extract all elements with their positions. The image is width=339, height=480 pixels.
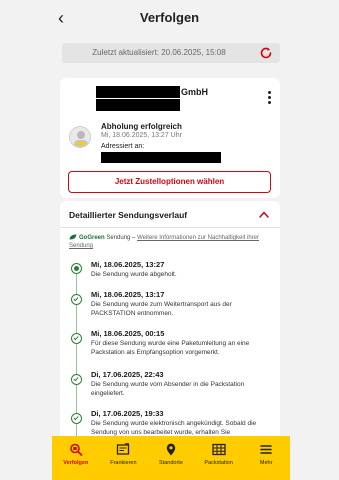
bottom-navigation: Verfolgen Frankieren Standorte Packstati… bbox=[52, 436, 290, 480]
timeline-event: Mi, 18.06.2025, 00:15 Für diese Sendung … bbox=[91, 329, 273, 357]
event-text: Die Sendung wurde zum Weitertransport au… bbox=[91, 301, 232, 317]
timeline-node-check bbox=[71, 374, 82, 385]
redacted-recipient bbox=[101, 152, 221, 163]
last-updated-text: Zuletzt aktualisiert: 20.06.2025, 15:08 bbox=[92, 48, 226, 57]
delivery-options-button[interactable]: Jetzt Zustelloptionen wählen bbox=[68, 171, 271, 193]
gogreen-note: GoGreen Sendung – Weitere Informationen … bbox=[69, 234, 269, 250]
more-options-icon[interactable] bbox=[268, 91, 272, 105]
event-date: Mi, 18.06.2025, 00:15 bbox=[91, 329, 165, 338]
event-text: Die Sendung wurde vom Absender in die Pa… bbox=[91, 381, 245, 397]
menu-icon bbox=[260, 445, 272, 454]
check-icon bbox=[73, 297, 79, 302]
check-icon bbox=[73, 377, 79, 382]
nav-item-verfolgen[interactable]: Verfolgen bbox=[52, 436, 100, 480]
nav-label: Frankieren bbox=[110, 460, 137, 466]
packstation-icon bbox=[211, 443, 226, 456]
timeline-line bbox=[76, 263, 77, 453]
courier-avatar bbox=[69, 126, 91, 148]
check-icon bbox=[73, 336, 79, 341]
event-date: Mi, 18.06.2025, 13:27 bbox=[91, 260, 165, 269]
timeline-event: Di, 17.06.2025, 22:43 Die Sendung wurde … bbox=[91, 370, 273, 398]
nav-label: Standorte bbox=[159, 460, 183, 466]
stamp-icon bbox=[117, 443, 130, 455]
event-text: Die Sendung wurde elektronisch angekündi… bbox=[91, 420, 257, 436]
timeline-node-check bbox=[71, 333, 82, 344]
search-package-icon bbox=[69, 443, 83, 456]
check-icon bbox=[73, 416, 79, 421]
nav-item-mehr[interactable]: Mehr bbox=[242, 436, 290, 480]
last-updated-bar: Zuletzt aktualisiert: 20.06.2025, 15:08 bbox=[62, 43, 280, 63]
event-date: Di, 17.06.2025, 22:43 bbox=[91, 370, 164, 379]
top-header: ‹ Verfolgen bbox=[0, 0, 339, 36]
addressed-label: Adressiert an: bbox=[101, 143, 145, 150]
event-date: Mi, 18.06.2025, 13:17 bbox=[91, 290, 165, 299]
chevron-up-icon[interactable] bbox=[259, 211, 269, 218]
sender-company-suffix: GmbH bbox=[181, 87, 208, 97]
nav-item-standorte[interactable]: Standorte bbox=[147, 436, 195, 480]
event-date: Di, 17.06.2025, 19:33 bbox=[91, 409, 164, 418]
timeline-node-check bbox=[71, 294, 82, 305]
nav-item-packstation[interactable]: Packstation bbox=[195, 436, 243, 480]
event-text: Die Sendung wurde abgeholt. bbox=[91, 271, 177, 278]
timeline-node-check bbox=[71, 413, 82, 424]
shipment-card: GmbH Abholung erfolgreich Mi, 18.06.2025… bbox=[60, 78, 280, 198]
timeline-event: Di, 17.06.2025, 19:33 Die Sendung wurde … bbox=[91, 409, 273, 437]
timeline-event: Mi, 18.06.2025, 13:17 Die Sendung wurde … bbox=[91, 290, 273, 318]
nav-label: Verfolgen bbox=[63, 460, 89, 466]
gogreen-brand: GoGreen bbox=[79, 235, 105, 241]
gogreen-sendung: Sendung bbox=[106, 235, 131, 241]
history-header[interactable]: Detaillierter Sendungsverlauf bbox=[60, 201, 280, 228]
history-title: Detaillierter Sendungsverlauf bbox=[69, 210, 188, 220]
timeline-event: Mi, 18.06.2025, 13:27 Die Sendung wurde … bbox=[91, 260, 273, 279]
refresh-icon[interactable] bbox=[259, 46, 273, 60]
nav-label: Packstation bbox=[204, 460, 233, 466]
status-date: Mi, 18.06.2025, 13:27 Uhr bbox=[101, 132, 182, 139]
leaf-icon bbox=[69, 234, 77, 240]
nav-item-frankieren[interactable]: Frankieren bbox=[100, 436, 148, 480]
redacted-sender-line-1 bbox=[96, 86, 180, 98]
status-title: Abholung erfolgreich bbox=[101, 122, 182, 131]
event-text: Für diese Sendung wurde eine Paketumleit… bbox=[91, 340, 250, 356]
timeline-node-current bbox=[71, 263, 82, 274]
nav-label: Mehr bbox=[259, 460, 273, 466]
page-title: Verfolgen bbox=[139, 10, 200, 25]
redacted-sender-line-2 bbox=[96, 99, 180, 111]
location-pin-icon bbox=[166, 443, 176, 456]
